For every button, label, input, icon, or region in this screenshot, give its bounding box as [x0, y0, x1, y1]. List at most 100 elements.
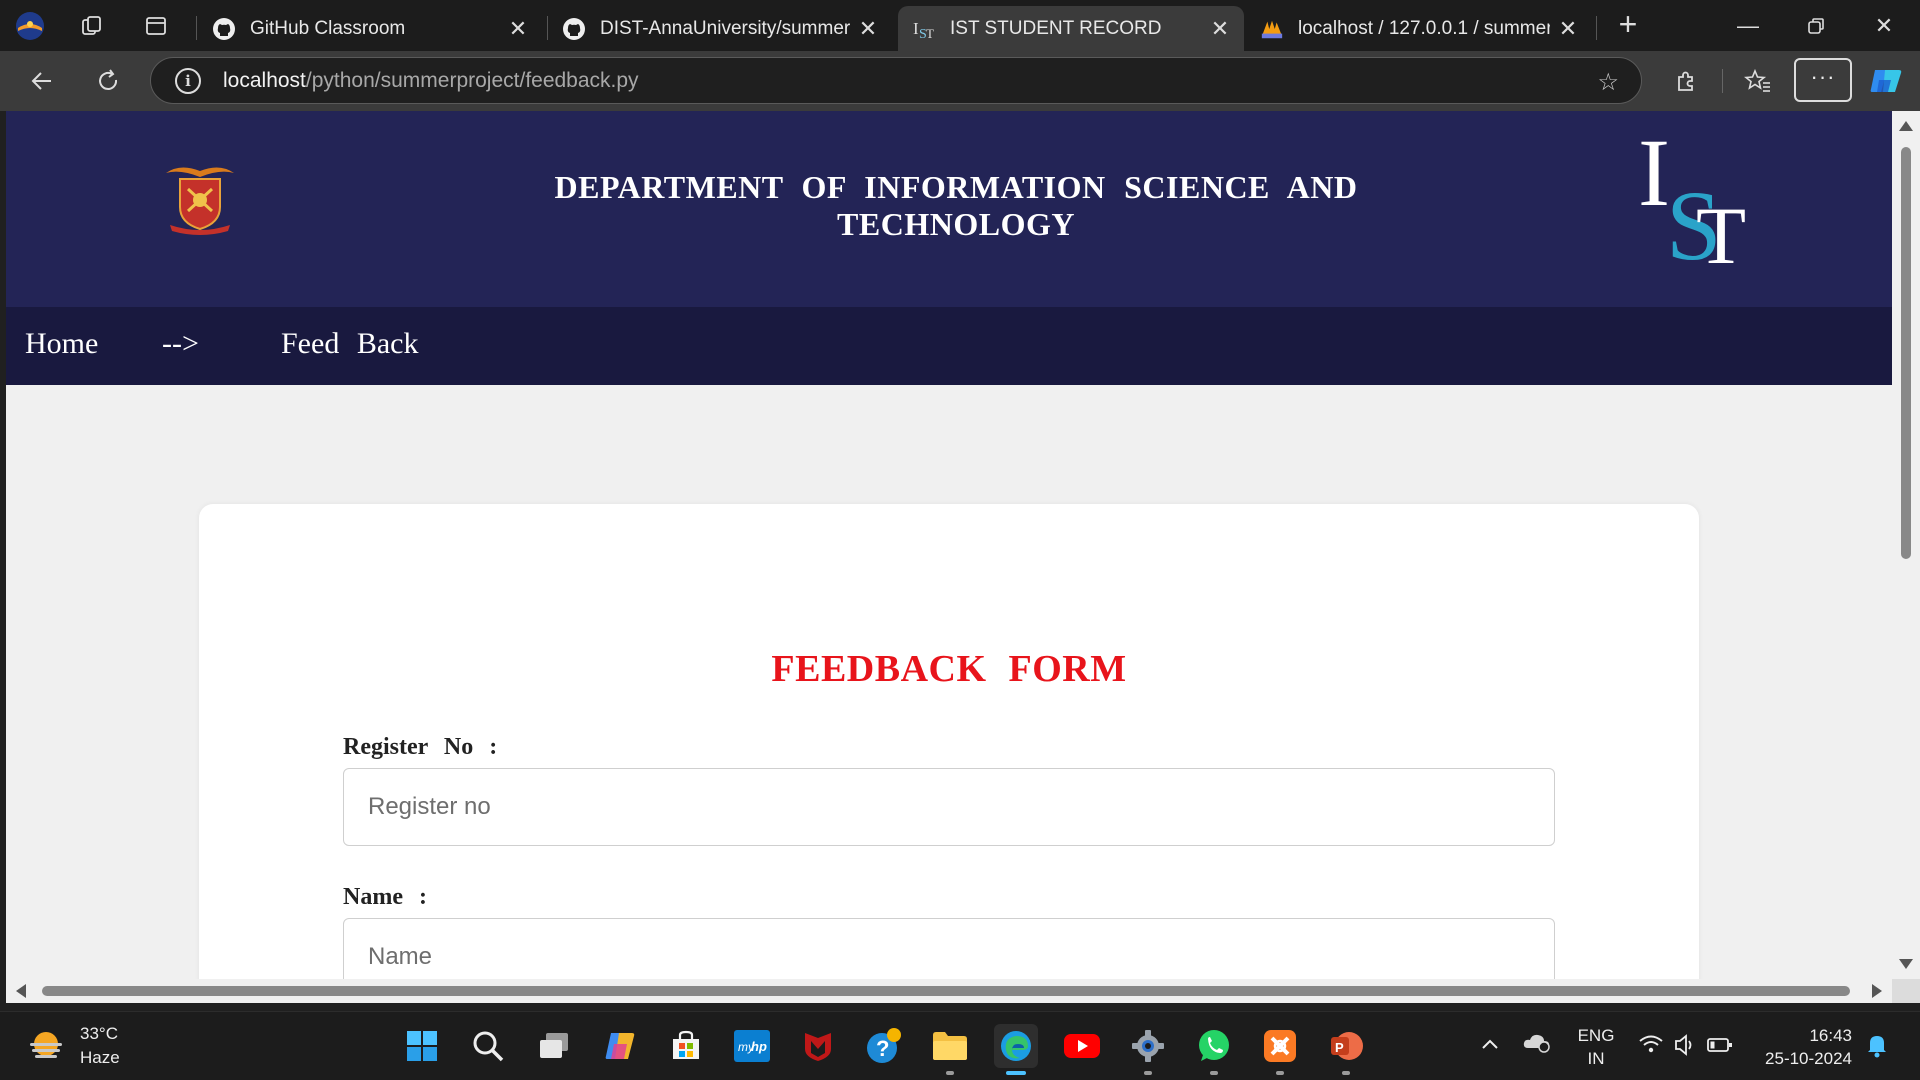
extensions-button[interactable]: [1668, 63, 1704, 99]
copilot-icon: [605, 1033, 635, 1059]
scroll-up-icon[interactable]: [1899, 121, 1913, 131]
onedrive-button[interactable]: [1522, 1030, 1552, 1060]
horizontal-scrollbar[interactable]: [6, 979, 1892, 1003]
haze-sun-icon: [30, 1032, 62, 1058]
tab-actions-button[interactable]: [140, 10, 172, 42]
puzzle-icon: [1678, 71, 1693, 91]
nav-breadcrumb-arrow: -->: [162, 327, 199, 360]
youtube-button[interactable]: [1060, 1024, 1104, 1068]
wifi-icon: [1639, 1035, 1663, 1053]
region-code: IN: [1587, 1049, 1605, 1068]
url-text[interactable]: localhost/python/summerproject/feedback.…: [223, 69, 639, 93]
start-button[interactable]: [400, 1024, 444, 1068]
tab-ist-student-record[interactable]: IST IST STUDENT RECORD ✕: [898, 6, 1244, 51]
refresh-button[interactable]: [90, 63, 126, 99]
workspaces-button[interactable]: [76, 10, 108, 42]
address-bar[interactable]: i localhost/python/summerproject/feedbac…: [150, 57, 1642, 104]
register-no-label: Register No :: [343, 734, 498, 760]
favorites-list-icon: [1744, 68, 1770, 92]
tab-separator: [1596, 16, 1597, 40]
myhp-icon: myhp: [734, 1030, 770, 1062]
workspaces-icon: [82, 16, 101, 35]
powerpoint-icon: P: [1331, 1032, 1363, 1060]
back-arrow-icon: [31, 72, 51, 90]
mcafee-button[interactable]: [796, 1024, 840, 1068]
nav-home-link[interactable]: Home: [25, 327, 98, 361]
restore-icon: [1808, 18, 1824, 34]
language-indicator[interactable]: ENG IN: [1574, 1024, 1618, 1070]
close-tab-icon[interactable]: ✕: [858, 16, 878, 42]
show-hidden-icons-button[interactable]: [1480, 1034, 1500, 1057]
task-view-icon: [540, 1033, 568, 1058]
site-info-icon[interactable]: i: [175, 67, 201, 94]
settings-button[interactable]: [1126, 1024, 1170, 1075]
feedback-form-card: FEEDBACK FORM Register No : Name :: [199, 504, 1699, 979]
running-indicator: [1276, 1071, 1284, 1075]
register-no-input[interactable]: [343, 768, 1555, 846]
tab-dist-annauniversity[interactable]: DIST-AnnaUniversity/summer-in ✕: [548, 6, 892, 51]
vertical-scroll-thumb[interactable]: [1901, 147, 1911, 559]
close-tab-icon[interactable]: ✕: [508, 16, 528, 42]
powerpoint-button[interactable]: P: [1324, 1024, 1368, 1075]
tab-github-classroom[interactable]: GitHub Classroom ✕: [198, 6, 542, 51]
weather-widget[interactable]: 33°C Haze: [26, 1022, 120, 1070]
taskbar-search-button[interactable]: [466, 1024, 510, 1068]
close-tab-icon[interactable]: ✕: [1210, 16, 1230, 42]
close-tab-icon[interactable]: ✕: [1558, 16, 1578, 42]
quick-settings-button[interactable]: [1638, 1032, 1738, 1064]
department-title: DEPARTMENT OF INFORMATION SCIENCE AND TE…: [554, 169, 1358, 242]
task-view-button[interactable]: [532, 1024, 576, 1068]
microsoft-store-button[interactable]: [664, 1024, 708, 1068]
copilot-button[interactable]: [1868, 63, 1904, 99]
svg-text:T: T: [926, 26, 934, 41]
file-explorer-button[interactable]: [928, 1024, 972, 1075]
onedrive-cloud-icon: [1523, 1034, 1550, 1053]
scroll-down-icon[interactable]: [1899, 959, 1913, 969]
tab-strip: GitHub Classroom ✕ DIST-AnnaUniversity/s…: [0, 0, 1920, 51]
running-indicator: [1342, 1071, 1350, 1075]
edge-browser-button[interactable]: [994, 1024, 1038, 1075]
get-help-button[interactable]: ?: [862, 1024, 906, 1068]
github-icon: [562, 17, 586, 41]
vertical-scrollbar[interactable]: [1892, 111, 1920, 979]
whatsapp-icon: [1199, 1030, 1229, 1061]
close-window-button[interactable]: ✕: [1864, 8, 1904, 44]
ist-icon: IST: [912, 17, 936, 41]
minimize-button[interactable]: —: [1728, 8, 1768, 44]
scroll-left-icon[interactable]: [16, 984, 26, 998]
language-code: ENG: [1577, 1026, 1615, 1045]
horizontal-scroll-thumb[interactable]: [42, 986, 1850, 996]
name-label: Name :: [343, 884, 427, 910]
profile-avatar[interactable]: [14, 10, 46, 42]
mcafee-shield-icon: [805, 1033, 831, 1061]
window-bottom-edge: [0, 1003, 1920, 1011]
notifications-button[interactable]: [1866, 1032, 1888, 1064]
name-input[interactable]: [343, 918, 1555, 979]
back-button[interactable]: [24, 63, 60, 99]
github-icon: [212, 17, 236, 41]
settings-more-button[interactable]: ···: [1794, 58, 1852, 102]
xampp-icon: [1264, 1030, 1296, 1062]
site-header: DEPARTMENT OF INFORMATION SCIENCE AND TE…: [6, 111, 1892, 307]
new-tab-button[interactable]: +: [1612, 8, 1644, 42]
clock-date: 25-10-2024: [1765, 1049, 1852, 1068]
search-icon: [473, 1031, 504, 1062]
browser-toolbar: i localhost/python/summerproject/feedbac…: [0, 51, 1920, 111]
xampp-button[interactable]: [1258, 1024, 1302, 1075]
windows-taskbar: 33°C Haze my hp ? P ENG IN 16:43 25-10-2…: [0, 1011, 1920, 1080]
restore-button[interactable]: [1796, 8, 1836, 44]
volume-icon: [1675, 1034, 1692, 1056]
copilot-taskbar-button[interactable]: [598, 1024, 642, 1068]
scroll-right-icon[interactable]: [1872, 984, 1882, 998]
favorite-star-icon[interactable]: ☆: [1597, 68, 1619, 97]
myhp-button[interactable]: my hp: [730, 1024, 774, 1068]
tab-localhost-phpmyadmin[interactable]: localhost / 127.0.0.1 / summer_p ✕: [1246, 6, 1592, 51]
help-icon: ?: [867, 1028, 901, 1063]
clock[interactable]: 16:43 25-10-2024: [1756, 1024, 1852, 1070]
bell-icon: [1868, 1036, 1886, 1058]
favorites-button[interactable]: [1740, 63, 1776, 99]
whatsapp-button[interactable]: [1192, 1024, 1236, 1075]
ist-logo: I S T: [1638, 121, 1746, 271]
chevron-up-icon: [1482, 1039, 1498, 1049]
nav-feedback-link[interactable]: Feed Back: [281, 327, 418, 361]
